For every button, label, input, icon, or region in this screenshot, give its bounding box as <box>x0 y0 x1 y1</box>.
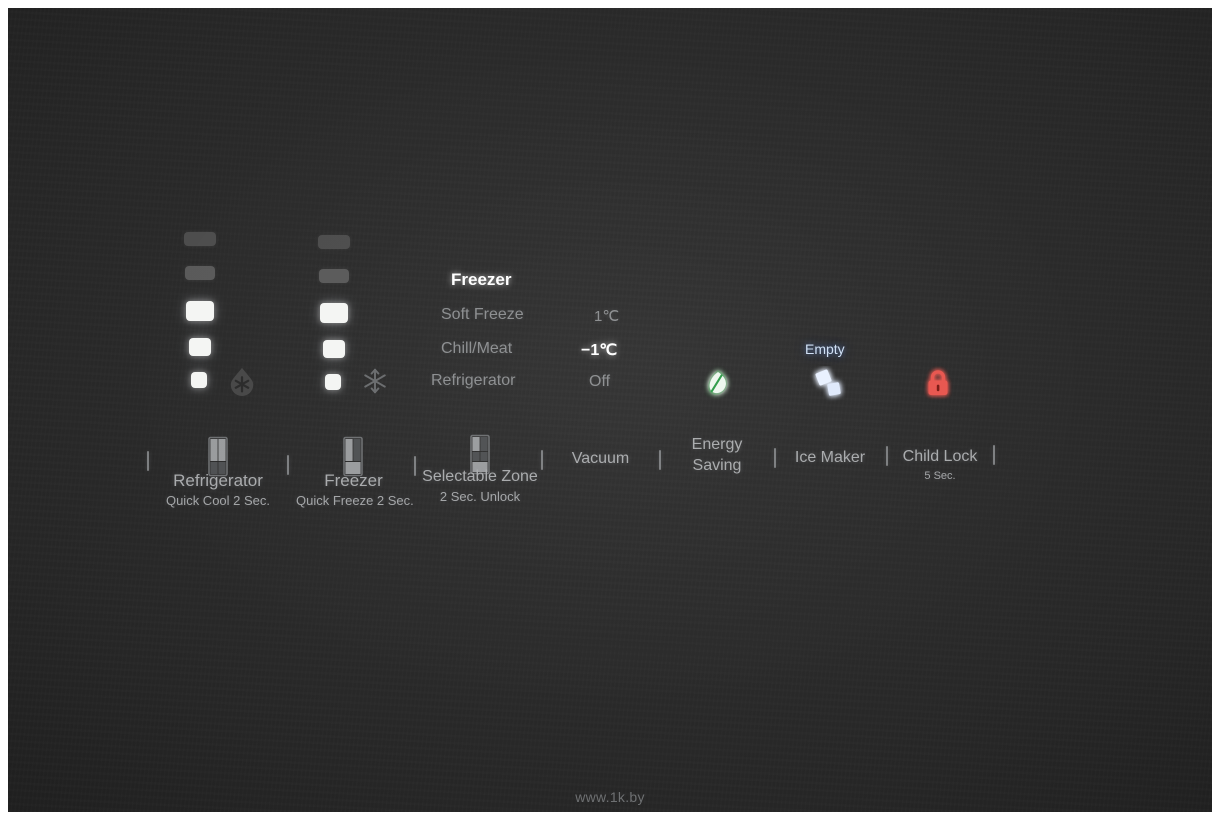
watermark: www.1k.by <box>575 789 645 805</box>
mode-label-chill-meat: Chill/Meat <box>441 340 513 357</box>
divider <box>541 450 543 470</box>
leaf-icon <box>701 366 735 405</box>
bar-indicator <box>189 338 211 356</box>
bar-indicator <box>320 303 348 323</box>
selectable-zone-button-title: Selectable Zone <box>422 468 538 485</box>
child-lock-button-title: Child Lock <box>902 448 978 465</box>
vacuum-button-title: Vacuum <box>571 450 630 467</box>
lock-icon <box>921 366 955 405</box>
ice-maker-status-label: Empty <box>805 341 845 357</box>
mode-label-refrigerator: Refrigerator <box>431 372 516 389</box>
bar-indicator <box>184 232 216 246</box>
refrigerator-button-sub: Quick Cool 2 Sec. <box>165 493 271 508</box>
bar-indicator <box>323 340 345 358</box>
divider <box>774 448 776 468</box>
divider <box>414 456 416 476</box>
bar-indicator <box>191 372 207 388</box>
ice-maker-button-title: Ice Maker <box>794 449 866 466</box>
freezer-button-title: Freezer <box>324 471 383 490</box>
freezer-button-sub: Quick Freeze 2 Sec. <box>296 493 414 508</box>
ice-cubes-icon <box>810 366 848 407</box>
divider <box>287 455 289 475</box>
bar-indicator <box>186 301 214 321</box>
bar-indicator <box>185 266 215 280</box>
refrigerator-button-title: Refrigerator <box>173 471 263 490</box>
child-lock-button-sub: 5 Sec. <box>924 470 956 482</box>
bar-indicator <box>319 269 349 283</box>
mode-value-refrigerator: Off <box>589 373 611 390</box>
divider <box>886 446 888 466</box>
mode-label-freezer: Freezer <box>451 270 512 289</box>
divider <box>993 445 995 465</box>
mode-label-soft-freeze: Soft Freeze <box>441 306 524 323</box>
mode-value-soft-freeze: 1℃ <box>594 308 620 325</box>
snowflake-circle-icon <box>227 366 257 396</box>
energy-saving-button-title: Energy <box>691 436 743 453</box>
bar-indicator <box>325 374 341 390</box>
snowflake-icon <box>360 366 390 396</box>
bar-indicator <box>318 235 350 249</box>
mode-value-chill-meat: −1℃ <box>581 342 618 359</box>
selectable-zone-button-sub: 2 Sec. Unlock <box>439 489 521 504</box>
control-panel: Freezer Soft Freeze 1℃ Chill/Meat −1℃ Re… <box>8 8 1212 812</box>
energy-saving-button-title2: Saving <box>692 457 742 474</box>
divider <box>659 450 661 470</box>
divider <box>147 451 149 471</box>
